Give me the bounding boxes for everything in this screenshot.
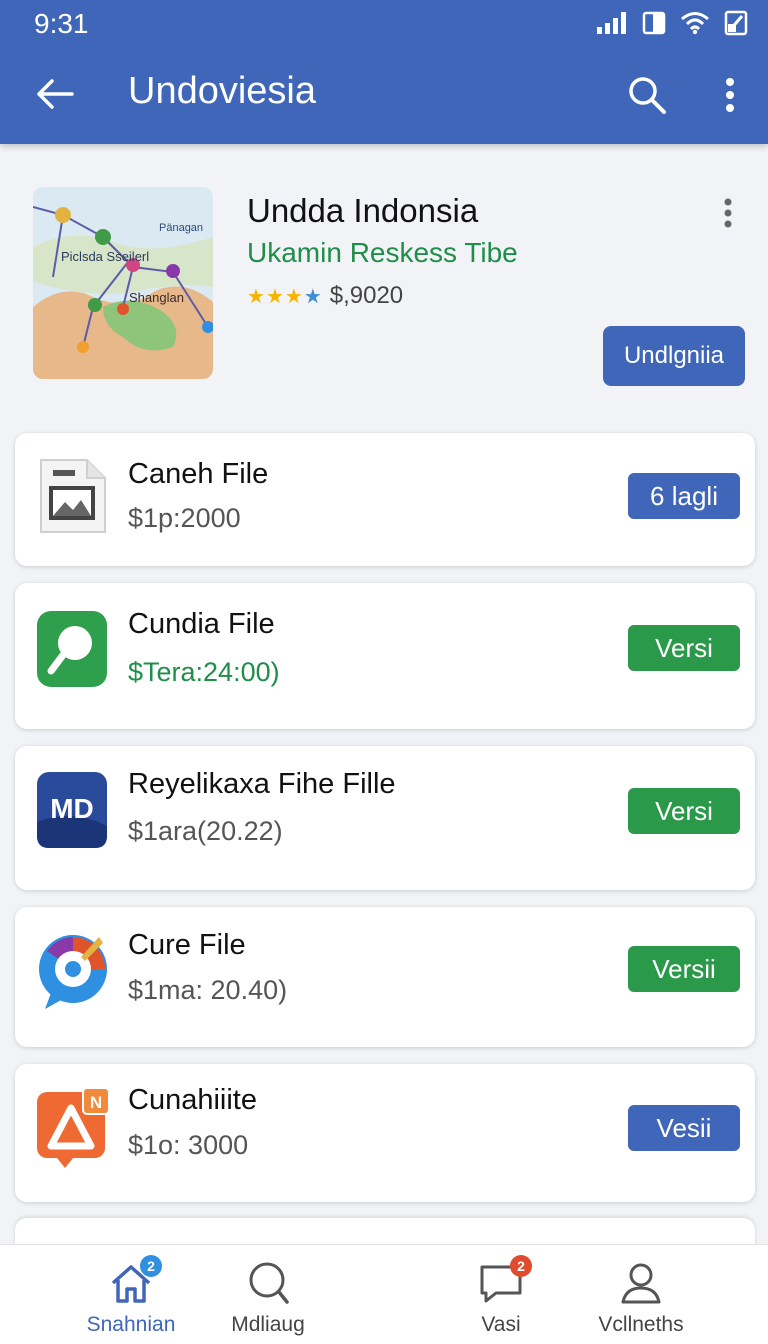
star-icon: ★	[284, 285, 303, 308]
hero-action-button[interactable]: Undlgniia	[603, 326, 745, 386]
nav-item-chat[interactable]: 2 Vasi	[431, 1255, 571, 1341]
item-name: Cundia File	[128, 608, 275, 640]
image-file-icon	[37, 456, 107, 533]
map-label-3: Shanglan	[129, 290, 184, 305]
hero-rating: ★ ★ ★ ★ $,9020	[247, 282, 403, 310]
search-button[interactable]	[622, 70, 672, 120]
star-icon: ★	[303, 285, 322, 308]
chat-bubble-app-icon	[37, 931, 107, 1009]
status-icons	[596, 10, 748, 36]
item-name: Caneh File	[128, 458, 269, 490]
item-action-button[interactable]: 6 lagli	[628, 473, 740, 519]
hero-map-thumbnail[interactable]: Pänagan Piclsda Sseilerl Shanglan	[33, 187, 213, 379]
hero-more-button[interactable]	[716, 196, 740, 230]
item-action-button[interactable]: Versii	[628, 946, 740, 992]
star-rating: ★ ★ ★ ★	[247, 284, 322, 309]
bottom-navigation: 2 Snahnian Mdliaug 2 Vasi Vcllneths	[0, 1244, 768, 1344]
item-action-button[interactable]: Vesii	[628, 1105, 740, 1151]
signal-icon	[597, 12, 626, 34]
map-label-1: Pänagan	[159, 222, 203, 234]
arrow-left-icon	[37, 79, 74, 109]
nav-label: Mdliaug	[231, 1313, 305, 1336]
back-button[interactable]	[30, 72, 78, 116]
md-app-icon: MD	[37, 772, 107, 848]
overflow-menu-button[interactable]	[712, 70, 748, 120]
top-app-bar: 9:31 Undoviesia	[0, 0, 768, 144]
more-vert-icon	[726, 78, 734, 112]
search-icon	[629, 77, 666, 114]
nav-badge: 2	[140, 1255, 162, 1277]
chat-icon: 2	[476, 1255, 532, 1307]
list-item[interactable]: Cundia File $Tera:24:00) Versi	[15, 583, 755, 729]
search-app-icon	[37, 611, 107, 687]
person-icon	[616, 1259, 666, 1307]
item-price: $1p:2000	[128, 503, 241, 533]
app-title: Undoviesia	[128, 70, 316, 112]
nav-item-profile[interactable]: Vcllneths	[571, 1259, 711, 1341]
item-name: Reyelikaxa Fihe Fille	[128, 768, 396, 800]
nav-item-home[interactable]: 2 Snahnian	[61, 1255, 201, 1341]
list-item[interactable]: Cure File $1ma: 20.40) Versii	[15, 907, 755, 1047]
app-screen: 9:31 Undoviesia Pänagan Piclsda Sseilerl…	[0, 0, 768, 1344]
hero-price: $,9020	[329, 282, 404, 309]
map-label-2: Piclsda Sseilerl	[61, 249, 149, 264]
star-icon: ★	[265, 285, 284, 308]
nav-label: Vcllneths	[598, 1313, 684, 1336]
svg-text:N: N	[90, 1093, 102, 1112]
warning-n-app-icon: N	[37, 1087, 110, 1168]
nav-label: Snahnian	[86, 1313, 176, 1336]
item-price: $1ma: 20.40)	[128, 975, 288, 1005]
star-icon: ★	[247, 285, 265, 308]
list-item[interactable]: MD Reyelikaxa Fihe Fille $1ara(20.22) Ve…	[15, 746, 755, 890]
item-price: $1ara(20.22)	[128, 816, 283, 846]
svg-text:MD: MD	[50, 793, 94, 824]
home-icon: 2	[106, 1255, 162, 1307]
battery-icon	[724, 10, 748, 36]
item-price: $1o: 3000	[128, 1130, 249, 1160]
item-price: $Tera:24:00)	[128, 657, 280, 687]
nav-label: Vasi	[481, 1313, 521, 1336]
list-item[interactable]: N Cunahiiite $1o: 3000 Vesii	[15, 1064, 755, 1202]
hero-title: Undda Indonsia	[247, 192, 479, 229]
search-icon	[243, 1259, 293, 1307]
item-name: Cunahiiite	[128, 1084, 257, 1116]
map-illustration: Pänagan Piclsda Sseilerl Shanglan	[33, 187, 213, 379]
nav-badge: 2	[510, 1255, 532, 1277]
nav-item-search[interactable]: Mdliaug	[198, 1259, 338, 1341]
list-item[interactable]: Caneh File $1p:2000 6 lagli	[15, 433, 755, 566]
item-name: Cure File	[128, 929, 246, 961]
more-vert-icon	[724, 198, 732, 228]
wifi-icon	[681, 12, 709, 35]
item-action-button[interactable]: Versi	[628, 625, 740, 671]
status-time: 9:31	[34, 8, 89, 39]
item-action-button[interactable]: Versi	[628, 788, 740, 834]
hero-subtitle: Ukamin Reskess Tibe	[247, 237, 518, 268]
sim-icon	[642, 11, 666, 35]
